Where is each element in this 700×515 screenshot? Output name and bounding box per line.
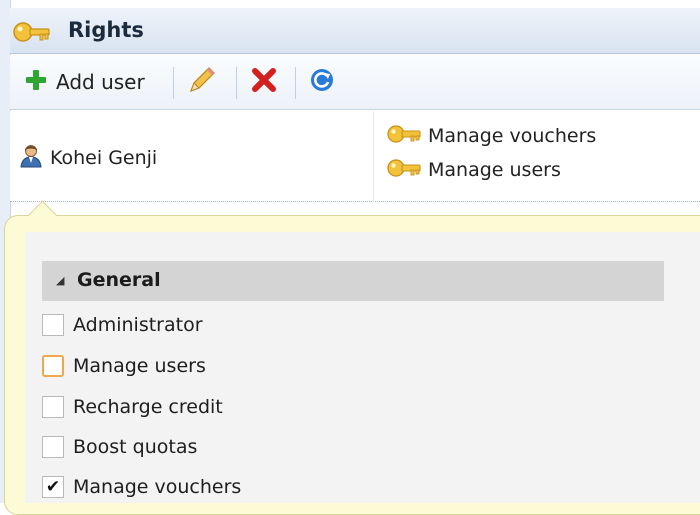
toolbar: Add user	[10, 55, 700, 110]
group-header-general[interactable]: ◢ General	[42, 261, 664, 301]
collapse-triangle-icon[interactable]: ◢	[56, 274, 64, 287]
checkbox-manage-users[interactable]	[42, 355, 64, 377]
add-user-button[interactable]: Add user	[24, 67, 145, 97]
key-icon	[386, 122, 422, 150]
toolbar-separator	[295, 67, 296, 99]
page-title: Rights	[68, 18, 144, 42]
checkbox-boost-quotas[interactable]	[42, 436, 64, 458]
group-title: General	[77, 269, 161, 291]
user-icon	[20, 144, 42, 172]
toolbar-separator	[236, 67, 237, 99]
refresh-button[interactable]	[309, 67, 335, 97]
checkbox-manage-vouchers[interactable]: ✔	[42, 476, 64, 498]
column-divider	[373, 111, 374, 202]
option-boost-quotas[interactable]: Boost quotas	[42, 436, 197, 458]
option-manage-users[interactable]: Manage users	[42, 355, 206, 377]
right-label: Manage users	[428, 159, 561, 181]
option-label: Manage users	[73, 355, 206, 377]
option-recharge-credit[interactable]: Recharge credit	[42, 396, 223, 418]
option-label: Boost quotas	[73, 436, 198, 458]
user-row[interactable]: Kohei Genji Manage vouchers Manage users	[10, 111, 700, 202]
option-manage-vouchers[interactable]: ✔ Manage vouchers	[42, 476, 241, 498]
toolbar-separator	[173, 67, 174, 99]
checkbox-administrator[interactable]	[42, 314, 64, 336]
right-item: Manage vouchers	[386, 122, 596, 150]
refresh-icon	[309, 67, 335, 97]
key-icon	[12, 19, 52, 49]
option-label: Manage vouchers	[73, 476, 242, 498]
option-administrator[interactable]: Administrator	[42, 314, 203, 336]
delete-button[interactable]	[251, 67, 277, 97]
pencil-icon	[187, 65, 217, 99]
delete-icon	[251, 67, 277, 97]
rights-header: Rights	[10, 8, 700, 54]
key-icon	[386, 156, 422, 184]
user-cell: Kohei Genji	[20, 144, 157, 172]
edit-button[interactable]	[187, 67, 217, 97]
user-name: Kohei Genji	[50, 147, 158, 169]
add-user-label: Add user	[56, 70, 145, 94]
right-item: Manage users	[386, 156, 561, 184]
option-label: Administrator	[73, 314, 203, 336]
plus-icon	[24, 68, 48, 96]
option-label: Recharge credit	[73, 396, 223, 418]
right-label: Manage vouchers	[428, 125, 597, 147]
checkbox-recharge-credit[interactable]	[42, 396, 64, 418]
